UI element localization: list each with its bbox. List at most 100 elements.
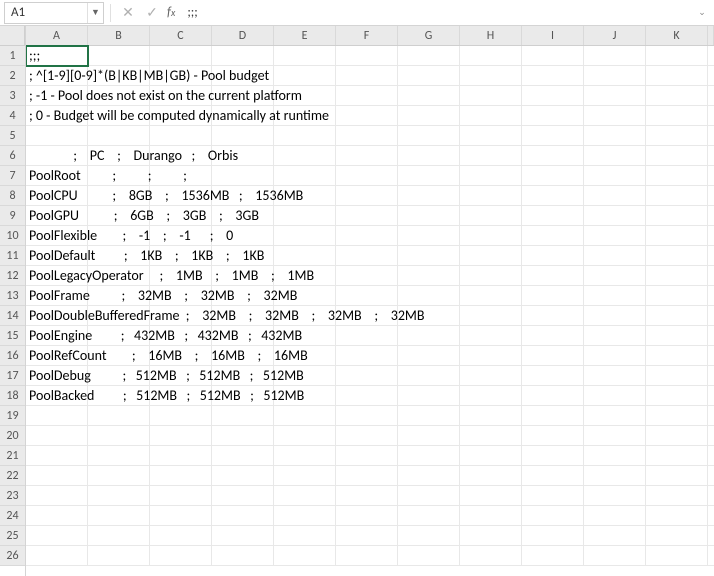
cell[interactable]	[336, 346, 398, 366]
cell[interactable]	[336, 366, 398, 386]
row-header[interactable]: 12	[0, 266, 25, 286]
cell[interactable]	[150, 466, 212, 486]
cell[interactable]	[646, 146, 708, 166]
cell[interactable]	[26, 226, 88, 246]
row-header[interactable]: 14	[0, 306, 25, 326]
cell[interactable]	[460, 126, 522, 146]
cell[interactable]	[336, 166, 398, 186]
cell[interactable]	[460, 206, 522, 226]
cell[interactable]	[336, 106, 398, 126]
cell[interactable]	[522, 366, 584, 386]
cell[interactable]	[708, 306, 714, 326]
row-header[interactable]: 4	[0, 106, 25, 126]
cell[interactable]	[336, 66, 398, 86]
cell[interactable]	[646, 366, 708, 386]
row-header[interactable]: 24	[0, 506, 25, 526]
cell[interactable]	[584, 486, 646, 506]
column-header[interactable]: G	[398, 26, 460, 45]
cell[interactable]	[88, 346, 150, 366]
cell[interactable]	[336, 286, 398, 306]
cell[interactable]	[398, 226, 460, 246]
cell[interactable]	[646, 426, 708, 446]
cell[interactable]	[212, 466, 274, 486]
cell[interactable]	[584, 166, 646, 186]
column-header[interactable]: K	[646, 26, 708, 45]
cell[interactable]	[398, 386, 460, 406]
cell[interactable]	[274, 346, 336, 366]
cell[interactable]	[212, 246, 274, 266]
cell[interactable]	[398, 426, 460, 446]
cell[interactable]	[646, 106, 708, 126]
cell[interactable]	[150, 66, 212, 86]
cell[interactable]	[398, 206, 460, 226]
cell[interactable]	[708, 486, 714, 506]
cell[interactable]	[274, 426, 336, 446]
fx-icon[interactable]: fx	[167, 5, 175, 20]
cell[interactable]	[212, 446, 274, 466]
cell[interactable]	[522, 86, 584, 106]
cell[interactable]	[212, 146, 274, 166]
cell[interactable]	[274, 366, 336, 386]
cell[interactable]	[212, 206, 274, 226]
row-header[interactable]: 18	[0, 386, 25, 406]
cell[interactable]	[708, 86, 714, 106]
cell[interactable]	[584, 526, 646, 546]
cell[interactable]	[274, 226, 336, 246]
cell[interactable]	[212, 126, 274, 146]
cell[interactable]	[522, 106, 584, 126]
cell[interactable]	[708, 266, 714, 286]
cell[interactable]	[708, 106, 714, 126]
cell[interactable]	[274, 466, 336, 486]
cell[interactable]	[336, 86, 398, 106]
cell[interactable]	[646, 166, 708, 186]
cell[interactable]	[26, 206, 88, 226]
cell[interactable]	[336, 186, 398, 206]
cell[interactable]	[646, 326, 708, 346]
cell[interactable]	[212, 386, 274, 406]
cell[interactable]	[88, 106, 150, 126]
cell[interactable]	[336, 546, 398, 566]
cell[interactable]	[584, 346, 646, 366]
column-header[interactable]: C	[150, 26, 212, 45]
cell[interactable]	[88, 126, 150, 146]
cell[interactable]	[708, 506, 714, 526]
cell[interactable]	[460, 346, 522, 366]
cell[interactable]	[708, 446, 714, 466]
cell[interactable]	[708, 426, 714, 446]
cell[interactable]	[398, 146, 460, 166]
accept-icon[interactable]: ✓	[141, 2, 163, 24]
cell[interactable]	[584, 46, 646, 66]
cell[interactable]	[460, 486, 522, 506]
cell[interactable]	[646, 246, 708, 266]
cell[interactable]	[398, 266, 460, 286]
name-box[interactable]: A1 ▼	[4, 2, 104, 24]
row-header[interactable]: 15	[0, 326, 25, 346]
cell[interactable]	[274, 386, 336, 406]
cell[interactable]	[274, 526, 336, 546]
cell[interactable]	[88, 226, 150, 246]
cell[interactable]	[26, 106, 88, 126]
cell[interactable]	[708, 366, 714, 386]
cell[interactable]	[460, 266, 522, 286]
cell[interactable]	[88, 386, 150, 406]
row-header[interactable]: 17	[0, 366, 25, 386]
row-header[interactable]: 25	[0, 526, 25, 546]
cell[interactable]	[88, 66, 150, 86]
cell[interactable]	[336, 246, 398, 266]
cell[interactable]	[336, 326, 398, 346]
column-header[interactable]: A	[26, 26, 88, 45]
cell[interactable]	[584, 126, 646, 146]
chevron-down-icon[interactable]: ⌄	[694, 7, 710, 18]
cell[interactable]	[460, 226, 522, 246]
cell[interactable]	[584, 206, 646, 226]
cell[interactable]	[212, 526, 274, 546]
cell[interactable]	[88, 166, 150, 186]
cell[interactable]	[646, 466, 708, 486]
cell[interactable]	[522, 146, 584, 166]
cell[interactable]	[336, 406, 398, 426]
cell[interactable]	[88, 266, 150, 286]
cell[interactable]	[150, 506, 212, 526]
cell[interactable]	[646, 286, 708, 306]
cell[interactable]	[274, 66, 336, 86]
cell[interactable]	[460, 526, 522, 546]
